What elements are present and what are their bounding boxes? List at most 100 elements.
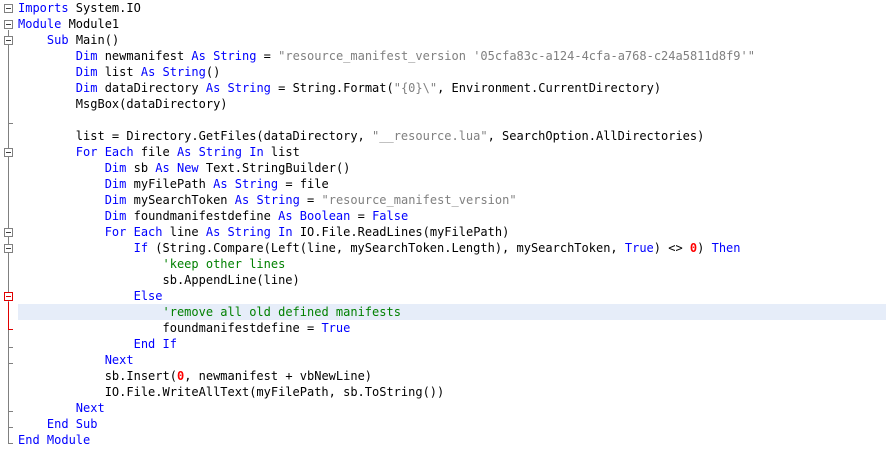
code-token: As (234, 193, 250, 207)
code-token: file (133, 145, 177, 159)
code-line[interactable]: Dim foundmanifestdefine As Boolean = Fal… (18, 208, 886, 224)
code-token: In (278, 225, 293, 239)
code-token: 'keep other lines (162, 257, 286, 271)
code-token: Dim (75, 49, 98, 63)
fold-end-else (8, 329, 13, 330)
code-line[interactable]: End If (18, 336, 886, 352)
code-line[interactable]: Else (18, 288, 886, 304)
code-token: MsgBox(dataDirectory) (18, 97, 228, 111)
code-token: list (263, 145, 300, 159)
code-token: 'remove all old defined manifests (162, 305, 401, 319)
code-token: Else (133, 289, 163, 303)
code-token: IO.File.WriteAllText(myFilePath, sb.ToSt… (18, 385, 445, 399)
collapse-toggle-icon[interactable] (4, 4, 13, 13)
code-token: newmanifest (97, 49, 192, 63)
collapse-toggle-icon[interactable] (4, 148, 13, 157)
code-token: As (278, 209, 293, 223)
code-token: Module (18, 17, 62, 31)
code-token: As (140, 65, 156, 79)
code-token: End Module (18, 433, 91, 447)
code-line[interactable]: For Each file As String In list (18, 144, 886, 160)
code-line[interactable]: Dim sb As New Text.StringBuilder() (18, 160, 886, 176)
code-token: Main() (68, 33, 120, 47)
collapse-toggle-icon[interactable] (4, 292, 13, 301)
code-line[interactable]: Next (18, 400, 886, 416)
code-line[interactable]: If (String.Compare(Left(line, mySearchTo… (18, 240, 886, 256)
code-line[interactable]: Imports System.IO (18, 0, 886, 16)
code-line[interactable]: Sub Main() (18, 32, 886, 48)
code-token: True (321, 321, 351, 335)
code-line[interactable]: sb.AppendLine(line) (18, 272, 886, 288)
code-token: As (155, 161, 170, 175)
fold-end-outer-for (8, 411, 13, 412)
code-line[interactable]: list = Directory.GetFiles(dataDirectory,… (18, 128, 886, 144)
code-token: String (234, 177, 279, 191)
code-line[interactable]: 'remove all old defined manifests (18, 304, 886, 320)
code-line[interactable]: Module Module1 (18, 16, 886, 32)
code-token: line (162, 225, 206, 239)
code-token: False (372, 209, 409, 223)
code-token: String (227, 81, 271, 95)
collapse-toggle-icon[interactable] (4, 20, 13, 29)
code-line[interactable]: For Each line As String In IO.File.ReadL… (18, 224, 886, 240)
code-token: String (213, 49, 257, 63)
code-token: Dim (75, 65, 98, 79)
code-line[interactable]: Next (18, 352, 886, 368)
code-token: foundmanifestdefine = (18, 321, 322, 335)
code-token: Dim (104, 193, 127, 207)
code-editor[interactable]: Imports System.IO Module Module1 Sub Main… (0, 0, 886, 455)
code-token: , Environment.CurrentDirectory) (437, 81, 662, 95)
fold-end-if (8, 347, 13, 348)
code-token: As (205, 225, 221, 239)
code-token: End Sub (46, 417, 98, 431)
code-area[interactable]: Imports System.IO Module Module1 Sub Main… (18, 0, 886, 455)
collapse-toggle-icon[interactable] (4, 228, 13, 237)
code-token: mySearchToken (126, 193, 235, 207)
code-token: For Each (104, 225, 163, 239)
code-token: Dim (104, 161, 127, 175)
code-line[interactable]: Dim newmanifest As String = "resource_ma… (18, 48, 886, 64)
code-line[interactable]: End Module (18, 432, 886, 448)
fold-guide-module (8, 30, 9, 444)
code-line[interactable]: End Sub (18, 416, 886, 432)
code-line[interactable]: 'keep other lines (18, 256, 886, 272)
code-line[interactable] (18, 112, 886, 128)
code-token: For Each (75, 145, 134, 159)
code-token: myFilePath (126, 177, 214, 191)
collapse-toggle-icon[interactable] (4, 36, 13, 45)
code-line[interactable]: Dim list As String() (18, 64, 886, 80)
code-token: "resource_manifest_version" (321, 193, 517, 207)
code-token: = (256, 49, 279, 63)
code-token: sb.AppendLine(line) (18, 273, 300, 287)
code-line[interactable]: foundmanifestdefine = True (18, 320, 886, 336)
fold-end-main-decl (8, 123, 13, 124)
fold-guide-else (8, 302, 9, 330)
code-token: As (205, 81, 221, 95)
code-line[interactable]: Dim mySearchToken As String = "resource_… (18, 192, 886, 208)
collapse-toggle-icon[interactable] (4, 244, 13, 253)
code-line[interactable]: Dim dataDirectory As String = String.For… (18, 80, 886, 96)
code-line[interactable]: IO.File.WriteAllText(myFilePath, sb.ToSt… (18, 384, 886, 400)
code-token: IO.File.ReadLines(myFilePath) (292, 225, 510, 239)
code-line[interactable]: Dim myFilePath As String = file (18, 176, 886, 192)
code-token: list (97, 65, 141, 79)
code-line[interactable]: MsgBox(dataDirectory) (18, 96, 886, 112)
code-token: In (249, 145, 264, 159)
code-token: As (191, 49, 206, 63)
code-line[interactable]: sb.Insert(0, newmanifest + vbNewLine) (18, 368, 886, 384)
code-token: Dim (75, 81, 98, 95)
code-token: = (350, 209, 373, 223)
code-token: "__resource.lua" (372, 129, 488, 143)
